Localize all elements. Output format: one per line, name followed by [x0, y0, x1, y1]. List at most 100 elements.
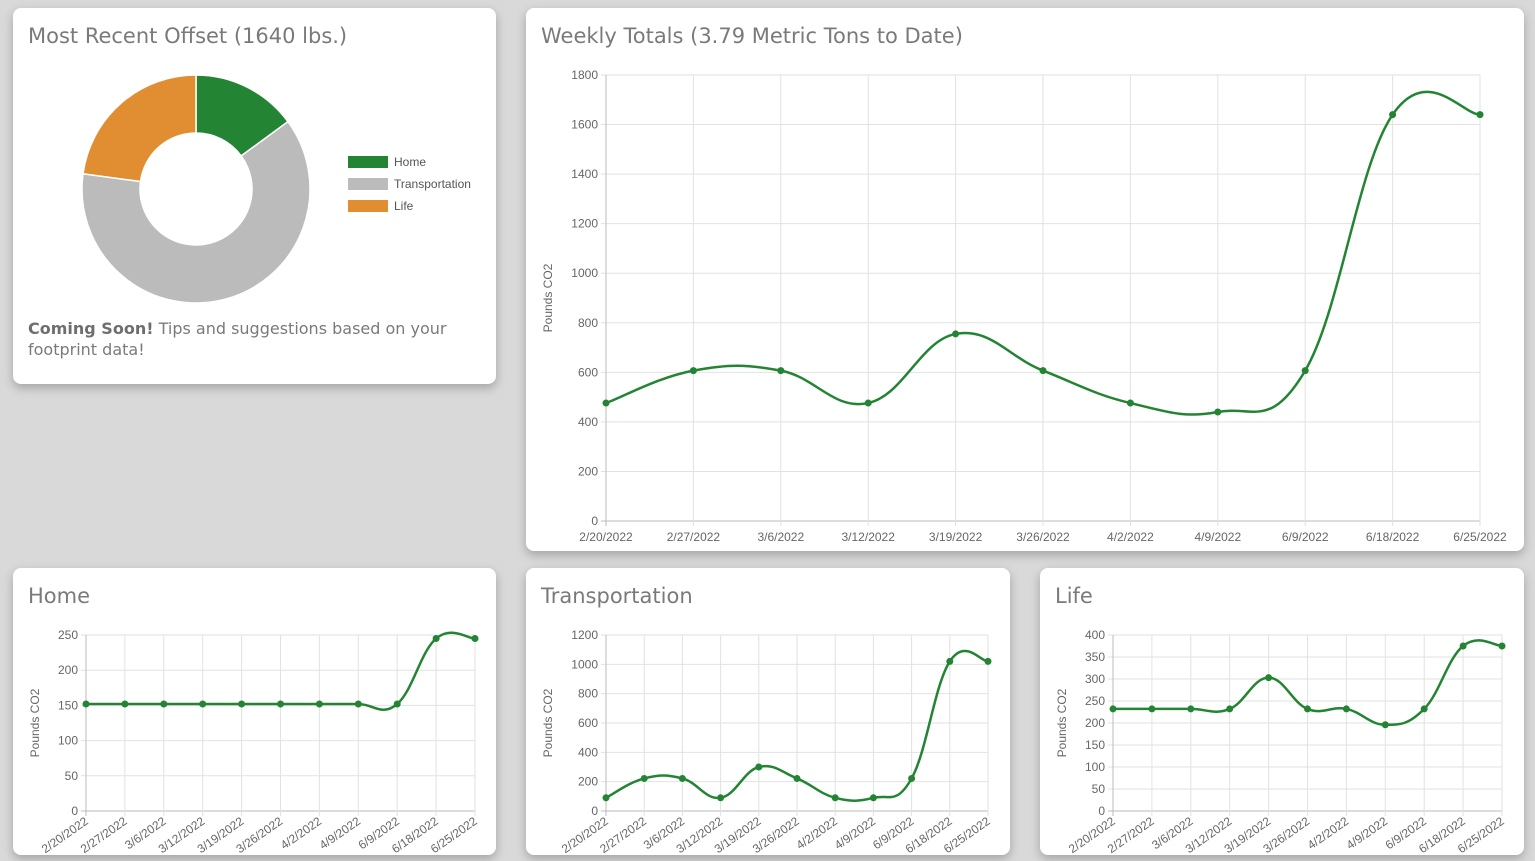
- data-point[interactable]: [1476, 111, 1484, 119]
- y-tick-label: 1200: [571, 628, 598, 642]
- data-point[interactable]: [315, 700, 323, 708]
- data-point[interactable]: [984, 657, 992, 665]
- data-point[interactable]: [1342, 705, 1350, 713]
- y-tick-label: 200: [578, 464, 598, 478]
- data-point[interactable]: [678, 774, 686, 782]
- data-point[interactable]: [121, 700, 129, 708]
- y-tick-label: 600: [578, 716, 598, 730]
- y-tick-label: 1800: [571, 68, 598, 82]
- data-point[interactable]: [1304, 705, 1311, 713]
- x-tick-label: 3/6/2022: [757, 530, 804, 544]
- x-tick-label: 4/9/2022: [1194, 530, 1241, 544]
- weekly-totals-card: Weekly Totals (3.79 Metric Tons to Date)…: [526, 8, 1524, 551]
- legend-label: Life: [394, 199, 414, 213]
- y-tick-label: 200: [578, 775, 598, 789]
- data-point[interactable]: [946, 657, 954, 665]
- legend-swatch: [348, 156, 388, 168]
- y-tick-label: 1200: [571, 217, 598, 231]
- y-tick-label: 50: [1092, 782, 1106, 796]
- x-tick-label: 6/9/2022: [1282, 530, 1329, 544]
- legend-label: Transportation: [394, 177, 471, 191]
- data-point[interactable]: [864, 399, 872, 407]
- data-point[interactable]: [238, 700, 246, 708]
- data-point[interactable]: [199, 700, 207, 708]
- legend-swatch: [348, 200, 388, 212]
- y-tick-label: 1000: [571, 657, 598, 671]
- y-tick-label: 800: [578, 687, 598, 701]
- y-tick-label: 0: [591, 514, 598, 528]
- data-point[interactable]: [717, 794, 725, 802]
- legend-item-life[interactable]: Life: [348, 195, 471, 217]
- data-point[interactable]: [1126, 399, 1134, 407]
- y-tick-label: 100: [1085, 760, 1105, 774]
- weekly-line-chart: 0 200 400 600 800 1000 1200 1400 1600 1800 2/20/20…: [541, 68, 1507, 544]
- y-tick-label: 50: [65, 769, 79, 783]
- data-point[interactable]: [1214, 408, 1222, 416]
- y-axis-label: Pounds CO2: [1055, 688, 1069, 757]
- data-point[interactable]: [869, 794, 877, 802]
- y-tick-label: 1400: [571, 167, 598, 181]
- data-point[interactable]: [1498, 642, 1506, 650]
- y-tick-label: 200: [58, 663, 78, 677]
- y-axis-label: Pounds CO2: [541, 688, 555, 757]
- data-point[interactable]: [1226, 705, 1234, 713]
- data-point[interactable]: [1039, 367, 1047, 375]
- legend-swatch: [348, 178, 388, 190]
- home-card: Home 0 50 100 150 200 250 2/20/2022 2/27/2022 3/…: [13, 568, 496, 855]
- data-point[interactable]: [1265, 674, 1273, 682]
- donut-slice-life[interactable]: [82, 74, 197, 183]
- data-point[interactable]: [432, 635, 440, 643]
- data-point[interactable]: [1420, 705, 1428, 713]
- data-point[interactable]: [82, 700, 90, 708]
- data-point[interactable]: [777, 367, 785, 375]
- x-tick-label: 4/2/2022: [278, 814, 325, 852]
- x-tick-label: 6/25/2022: [1453, 530, 1507, 544]
- data-point[interactable]: [1459, 642, 1467, 650]
- data-point[interactable]: [354, 700, 362, 708]
- y-tick-label: 400: [578, 415, 598, 429]
- data-point[interactable]: [160, 700, 168, 708]
- y-tick-label: 250: [1085, 694, 1105, 708]
- data-point[interactable]: [277, 700, 284, 708]
- legend-item-transportation[interactable]: Transportation: [348, 173, 471, 195]
- legend-label: Home: [394, 155, 427, 169]
- y-axis-label: Pounds CO2: [541, 263, 555, 332]
- data-point[interactable]: [471, 635, 479, 643]
- data-point[interactable]: [1187, 705, 1195, 713]
- data-point[interactable]: [640, 774, 648, 782]
- data-point[interactable]: [793, 774, 801, 782]
- y-tick-label: 350: [1085, 650, 1105, 664]
- data-point[interactable]: [393, 700, 401, 708]
- x-tick-label: 2/20/2022: [579, 530, 633, 544]
- data-point[interactable]: [1148, 705, 1156, 713]
- data-point[interactable]: [755, 763, 763, 771]
- y-tick-label: 200: [1085, 716, 1105, 730]
- data-point[interactable]: [952, 330, 960, 338]
- data-point[interactable]: [908, 774, 916, 782]
- x-tick-label: 4/9/2022: [1344, 814, 1391, 852]
- data-point[interactable]: [1381, 721, 1389, 729]
- data-point[interactable]: [1109, 705, 1117, 713]
- x-tick-label: 4/2/2022: [1107, 530, 1154, 544]
- data-point[interactable]: [602, 399, 610, 407]
- recent-offset-card: Most Recent Offset (1640 lbs.) Home Trans…: [13, 8, 496, 384]
- y-tick-label: 800: [578, 316, 598, 330]
- x-tick-label: 4/9/2022: [832, 814, 879, 852]
- x-tick-label: 4/2/2022: [1305, 814, 1352, 852]
- x-tick-label: 3/12/2022: [842, 530, 896, 544]
- donut-legend: Home Transportation Life: [348, 151, 471, 217]
- data-point[interactable]: [831, 794, 839, 802]
- y-tick-label: 100: [58, 734, 78, 748]
- x-tick-label: 2/27/2022: [667, 530, 721, 544]
- legend-item-home[interactable]: Home: [348, 151, 471, 173]
- data-point[interactable]: [602, 794, 610, 802]
- tips-text: Coming Soon! Tips and suggestions based …: [28, 318, 478, 360]
- home-line-chart: 0501001502002502/20/20222/27/20223/6/202…: [28, 628, 480, 855]
- life-card: Life 0 50 100 150 200 250 300 350 400 2/20/2022 2/…: [1040, 568, 1524, 855]
- y-axis-label: Pounds CO2: [28, 688, 42, 757]
- data-point[interactable]: [1389, 111, 1397, 119]
- data-point[interactable]: [689, 367, 697, 375]
- x-tick-label: 3/26/2022: [1016, 530, 1070, 544]
- data-point[interactable]: [1301, 367, 1309, 375]
- transportation-line-chart: 0200400600800100012002/20/20222/27/20223…: [541, 628, 993, 855]
